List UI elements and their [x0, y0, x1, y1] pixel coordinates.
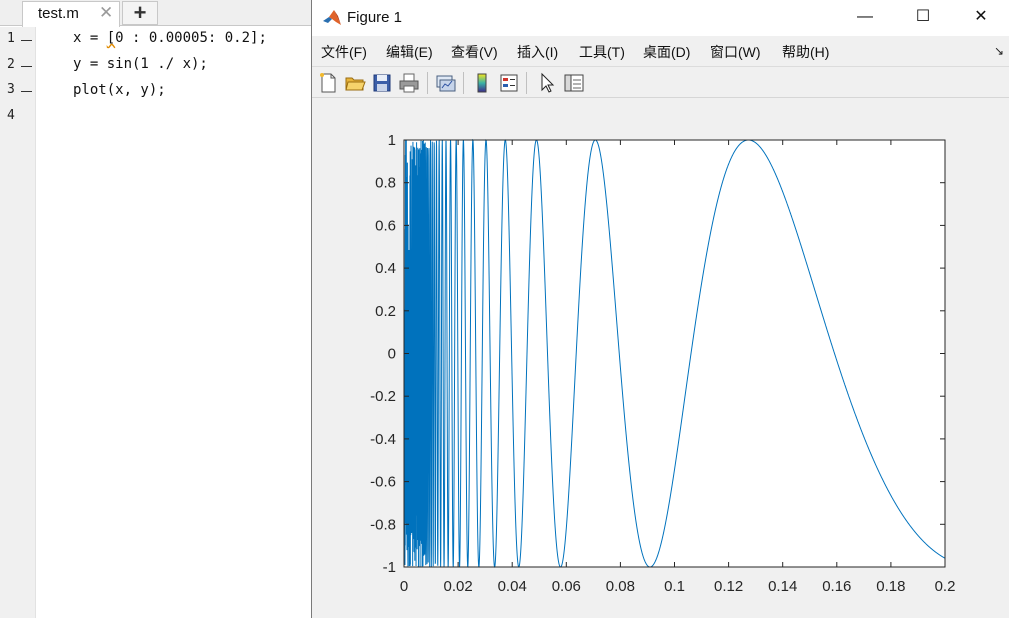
y-tick-label: 1: [388, 132, 396, 149]
breakpoint-marker[interactable]: [21, 91, 32, 92]
y-tick-label: -1: [383, 559, 396, 576]
window-title-bar[interactable]: Figure 1 — ☐ ✕: [312, 0, 1009, 36]
y-tick-label: 0.8: [375, 175, 396, 192]
y-tick-label: -0.8: [370, 516, 396, 533]
toolbar-separator: [526, 72, 527, 94]
menu-bar: 文件(F) 编辑(E) 查看(V) 插入(I) 工具(T) 桌面(D) 窗口(W…: [312, 36, 1009, 66]
y-tick-label: -0.6: [370, 474, 396, 491]
x-tick-label: 0.02: [443, 578, 472, 595]
code-line[interactable]: x = [0 : 0.00005: 0.2];: [73, 30, 267, 46]
x-tick-label: 0.2: [935, 578, 956, 595]
y-tick-label: -0.4: [370, 431, 396, 448]
menu-file[interactable]: 文件(F): [321, 42, 367, 62]
link-plot-icon[interactable]: [434, 71, 458, 95]
y-tick-label: 0.2: [375, 303, 396, 320]
y-tick-label: 0.4: [375, 260, 396, 277]
y-tick-label: -0.2: [370, 388, 396, 405]
tab-test-m[interactable]: test.m ✕: [22, 1, 120, 27]
menu-insert[interactable]: 插入(I): [517, 42, 558, 62]
breakpoint-marker[interactable]: [21, 40, 32, 41]
close-window-button[interactable]: ✕: [953, 0, 1009, 36]
editor-tab-bar: test.m ✕ +: [0, 0, 312, 27]
desktop: test.m ✕ + 1 x = [0 : 0.00005: 0.2]; 2 y…: [0, 0, 1009, 618]
breakpoint-marker[interactable]: [21, 66, 32, 67]
figure-toolbar: [312, 66, 1009, 98]
maximize-button[interactable]: ☐: [895, 0, 951, 36]
line-number: 4: [7, 108, 15, 123]
toolbar-separator: [427, 72, 428, 94]
x-tick-label: 0.1: [664, 578, 685, 595]
matlab-logo-icon: [322, 8, 342, 28]
menu-overflow-icon[interactable]: ↘: [994, 44, 1004, 58]
code-text: x =: [73, 30, 107, 46]
menu-tools[interactable]: 工具(T): [579, 42, 625, 62]
menu-desktop[interactable]: 桌面(D): [643, 42, 690, 62]
x-tick-label: 0.04: [498, 578, 527, 595]
x-tick-label: 0.08: [606, 578, 635, 595]
menu-view[interactable]: 查看(V): [451, 42, 498, 62]
x-tick-label: 0.12: [714, 578, 743, 595]
y-tick-label: 0.6: [375, 217, 396, 234]
menu-edit[interactable]: 编辑(E): [386, 42, 433, 62]
save-icon[interactable]: [370, 71, 394, 95]
code-line[interactable]: y = sin(1 ./ x);: [73, 56, 208, 72]
print-icon[interactable]: [397, 71, 421, 95]
minimize-button[interactable]: —: [837, 0, 893, 36]
axes[interactable]: 0 0.02 0.04 0.06 0.08 0.1 0.12 0.14 0.16 0.18 0.2 1…: [370, 132, 955, 595]
x-tick-label: 0.16: [822, 578, 851, 595]
code-warning-bracket: [: [106, 30, 116, 46]
plot-tools-icon[interactable]: [562, 71, 586, 95]
x-tick-label: 0.18: [876, 578, 905, 595]
open-file-icon[interactable]: [343, 71, 367, 95]
tab-label: test.m: [38, 5, 79, 22]
axes-background: [404, 140, 945, 567]
menu-window[interactable]: 窗口(W): [710, 42, 761, 62]
toolbar-separator: [463, 72, 464, 94]
insert-colorbar-icon[interactable]: [470, 71, 494, 95]
plot-area: 0 0.02 0.04 0.06 0.08 0.1 0.12 0.14 0.16 0.18 0.2 1…: [312, 99, 1009, 618]
x-tick-label: 0.14: [768, 578, 797, 595]
line-number-gutter: [0, 27, 36, 618]
window-title: Figure 1: [347, 9, 403, 26]
line-number: 3: [7, 82, 15, 97]
pointer-icon[interactable]: [534, 71, 558, 95]
figure-window: Figure 1 — ☐ ✕ 文件(F) 编辑(E) 查看(V) 插入(I) 工…: [311, 0, 1009, 618]
close-tab-icon[interactable]: ✕: [99, 3, 113, 23]
y-tick-label: 0: [388, 346, 396, 363]
add-tab-button[interactable]: +: [122, 1, 158, 25]
code-text: 0 : 0.00005: 0.2];: [115, 30, 267, 46]
new-figure-icon[interactable]: [316, 71, 340, 95]
line-number: 1: [7, 31, 15, 46]
line-number: 2: [7, 57, 15, 72]
code-line[interactable]: plot(x, y);: [73, 82, 166, 98]
x-tick-label: 0: [400, 578, 408, 595]
code-editor: test.m ✕ + 1 x = [0 : 0.00005: 0.2]; 2 y…: [0, 0, 312, 618]
x-tick-label: 0.06: [552, 578, 581, 595]
menu-help[interactable]: 帮助(H): [782, 42, 829, 62]
insert-legend-icon[interactable]: [497, 71, 521, 95]
